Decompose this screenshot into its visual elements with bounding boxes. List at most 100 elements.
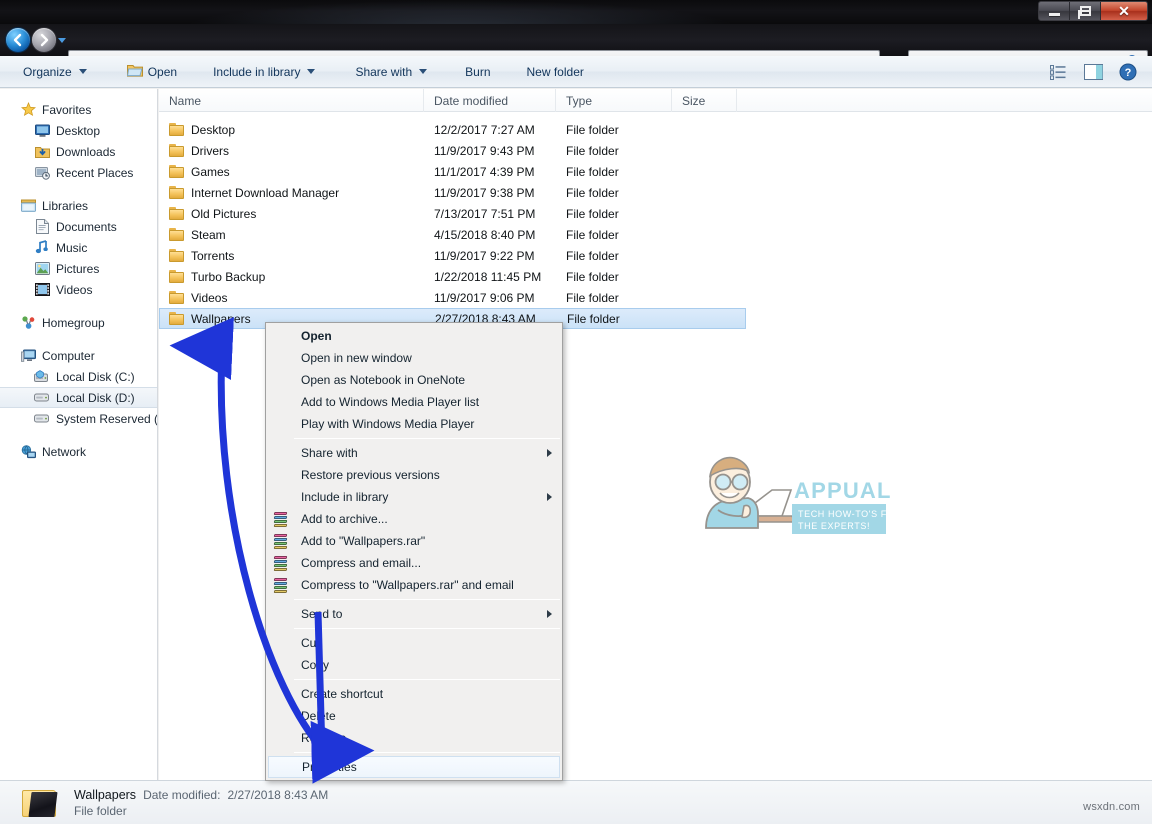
status-folder-icon <box>22 787 60 819</box>
menu-item-label: Open in new window <box>301 351 412 365</box>
table-row[interactable]: Videos 11/9/2017 9:06 PM File folder <box>159 287 1152 308</box>
table-row[interactable]: Old Pictures 7/13/2017 7:51 PM File fold… <box>159 203 1152 224</box>
menu-item-label: Create shortcut <box>301 687 384 701</box>
navigation-pane[interactable]: Favorites Desktop Downloads Recent Place… <box>0 89 158 780</box>
close-button[interactable]: ✕ <box>1101 2 1147 20</box>
menu-item-rename[interactable]: Rename <box>266 727 562 749</box>
sidebar-item-local-disk-d[interactable]: Local Disk (D:) <box>0 387 157 408</box>
menu-item-play-with-windows-media-player[interactable]: Play with Windows Media Player <box>266 413 562 435</box>
sidebar-label: System Reserved (F:) <box>56 411 158 426</box>
row-type-cell: File folder <box>566 122 619 137</box>
menu-item-restore-previous-versions[interactable]: Restore previous versions <box>266 464 562 486</box>
menu-item-copy[interactable]: Copy <box>266 654 562 676</box>
table-row[interactable]: Steam 4/15/2018 8:40 PM File folder <box>159 224 1152 245</box>
menu-item-open[interactable]: Open <box>266 325 562 347</box>
table-row[interactable]: Torrents 11/9/2017 9:22 PM File folder <box>159 245 1152 266</box>
menu-item-add-to-wallpapers-rar[interactable]: Add to "Wallpapers.rar" <box>266 530 562 552</box>
preview-pane-icon <box>1084 64 1103 80</box>
row-name-cell: Turbo Backup <box>159 270 424 284</box>
column-label: Date modified <box>434 93 509 108</box>
maximize-button[interactable] <box>1070 2 1101 20</box>
menu-item-label: Open <box>301 329 332 343</box>
sidebar-item-videos[interactable]: Videos <box>0 279 157 300</box>
sidebar-label: Network <box>42 444 87 459</box>
menu-item-compress-to-wallpapers-rar-and-email[interactable]: Compress to "Wallpapers.rar" and email <box>266 574 562 596</box>
sidebar-item-local-disk-c[interactable]: Local Disk (C:) <box>0 366 157 387</box>
row-name-cell: Old Pictures <box>159 207 424 221</box>
include-in-library-button[interactable]: Include in library <box>204 60 324 84</box>
recent-places-icon <box>34 165 50 181</box>
minimize-button[interactable] <box>1039 2 1070 20</box>
menu-item-label: Share with <box>301 446 358 460</box>
back-button[interactable] <box>6 28 30 52</box>
menu-separator <box>268 752 560 753</box>
menu-item-open-in-new-window[interactable]: Open in new window <box>266 347 562 369</box>
sidebar-item-computer[interactable]: Computer <box>0 345 157 366</box>
menu-item-compress-and-email[interactable]: Compress and email... <box>266 552 562 574</box>
menu-item-share-with[interactable]: Share with <box>266 442 562 464</box>
forward-button[interactable] <box>32 28 56 52</box>
sidebar-label: Downloads <box>56 144 116 159</box>
menu-item-delete[interactable]: Delete <box>266 705 562 727</box>
file-name: Torrents <box>191 248 235 263</box>
table-row[interactable]: Drivers 11/9/2017 9:43 PM File folder <box>159 140 1152 161</box>
organize-button[interactable]: Organize <box>14 60 96 84</box>
menu-item-create-shortcut[interactable]: Create shortcut <box>266 683 562 705</box>
sidebar-item-pictures[interactable]: Pictures <box>0 258 157 279</box>
help-button[interactable]: ? <box>1112 60 1144 84</box>
folder-icon <box>169 123 185 136</box>
column-header-name[interactable]: Name <box>159 89 424 112</box>
menu-item-properties[interactable]: Properties <box>268 756 560 778</box>
status-date-value: 2/27/2018 8:43 AM <box>227 787 329 802</box>
table-row[interactable]: Desktop 12/2/2017 7:27 AM File folder <box>159 119 1152 140</box>
menu-item-include-in-library[interactable]: Include in library <box>266 486 562 508</box>
column-header-type[interactable]: Type <box>556 89 672 112</box>
sidebar-item-homegroup[interactable]: Homegroup <box>0 312 157 333</box>
sidebar-item-system-reserved-f[interactable]: System Reserved (F:) <box>0 408 157 429</box>
sidebar-item-recent-places[interactable]: Recent Places <box>0 162 157 183</box>
downloads-icon <box>34 144 50 160</box>
sidebar-item-downloads[interactable]: Downloads <box>0 141 157 162</box>
menu-item-label: Properties <box>302 760 357 774</box>
documents-icon <box>34 219 50 235</box>
sidebar-label: Favorites <box>42 102 92 117</box>
sidebar-item-favorites[interactable]: Favorites <box>0 99 157 120</box>
new-folder-button[interactable]: New folder <box>518 60 593 84</box>
menu-item-add-to-windows-media-player-list[interactable]: Add to Windows Media Player list <box>266 391 562 413</box>
menu-item-cut[interactable]: Cut <box>266 632 562 654</box>
table-row[interactable]: Turbo Backup 1/22/2018 11:45 PM File fol… <box>159 266 1152 287</box>
menu-item-add-to-archive[interactable]: Add to archive... <box>266 508 562 530</box>
column-label: Type <box>566 93 593 108</box>
column-header-size[interactable]: Size <box>672 89 737 112</box>
context-menu[interactable]: Open Open in new window Open as Notebook… <box>265 322 563 781</box>
sidebar-item-libraries[interactable]: Libraries <box>0 195 157 216</box>
organize-label: Organize <box>23 64 72 79</box>
sidebar-label: Documents <box>56 219 117 234</box>
column-header-date-modified[interactable]: Date modified <box>424 89 556 112</box>
table-row[interactable]: Internet Download Manager 11/9/2017 9:38… <box>159 182 1152 203</box>
preview-pane-button[interactable] <box>1077 60 1110 84</box>
file-name: Desktop <box>191 122 236 137</box>
menu-item-send-to[interactable]: Send to <box>266 603 562 625</box>
row-name-cell: Drivers <box>159 144 424 158</box>
change-view-button[interactable] <box>1045 60 1075 84</box>
table-row[interactable]: Games 11/1/2017 4:39 PM File folder <box>159 161 1152 182</box>
history-dropdown-icon[interactable] <box>58 38 66 43</box>
sidebar-item-desktop[interactable]: Desktop <box>0 120 157 141</box>
menu-item-label: Rename <box>301 731 347 745</box>
open-button[interactable]: Open <box>118 60 186 84</box>
row-date-cell: 11/9/2017 9:43 PM <box>434 143 535 158</box>
share-with-button[interactable]: Share with <box>346 60 436 84</box>
menu-item-open-as-notebook-in-onenote[interactable]: Open as Notebook in OneNote <box>266 369 562 391</box>
row-date-cell: 1/22/2018 11:45 PM <box>434 269 542 284</box>
file-name: Turbo Backup <box>191 269 266 284</box>
open-label: Open <box>147 64 178 79</box>
burn-button[interactable]: Burn <box>456 60 499 84</box>
winrar-icon <box>273 511 289 527</box>
sidebar-item-documents[interactable]: Documents <box>0 216 157 237</box>
sidebar-item-music[interactable]: Music <box>0 237 157 258</box>
folder-icon <box>169 228 185 241</box>
sidebar-item-network[interactable]: Network <box>0 441 157 462</box>
status-details: Wallpapers Date modified: 2/27/2018 8:43… <box>74 788 328 818</box>
